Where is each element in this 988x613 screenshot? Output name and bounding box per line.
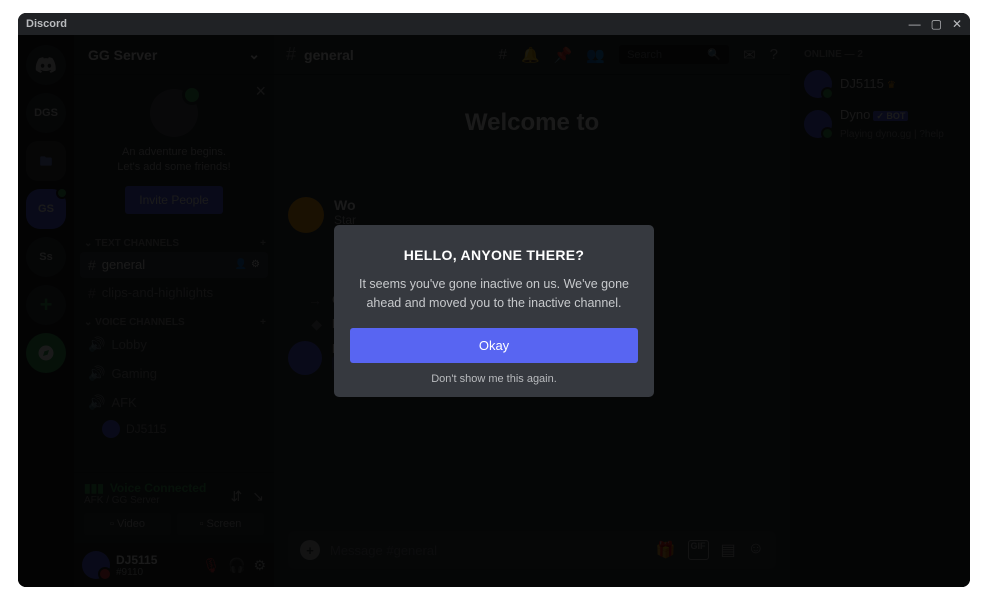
window-close-icon[interactable]: ✕ — [952, 18, 962, 30]
modal-body-text: It seems you've gone inactive on us. We'… — [350, 275, 638, 311]
window-minimize-icon[interactable]: — — [909, 18, 921, 30]
app-title: Discord — [26, 18, 67, 30]
titlebar: Discord — ▢ ✕ — [18, 13, 970, 35]
window-maximize-icon[interactable]: ▢ — [931, 18, 942, 30]
modal-okay-button[interactable]: Okay — [350, 328, 638, 363]
modal-overlay[interactable]: HELLO, ANYONE THERE? It seems you've gon… — [18, 35, 970, 587]
inactive-modal: HELLO, ANYONE THERE? It seems you've gon… — [334, 225, 654, 396]
modal-title: HELLO, ANYONE THERE? — [350, 247, 638, 263]
modal-dismiss-link[interactable]: Don't show me this again. — [350, 373, 638, 385]
